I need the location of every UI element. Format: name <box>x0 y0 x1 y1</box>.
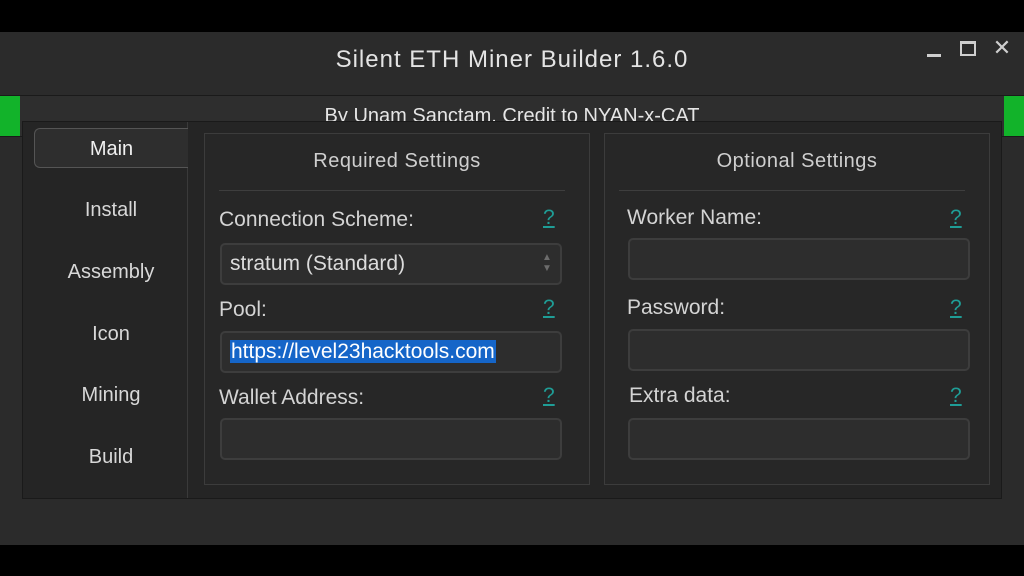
connection-scheme-select[interactable]: stratum (Standard) ▲ ▼ <box>220 243 562 285</box>
tab-build[interactable]: Build <box>34 437 188 477</box>
extra-data-input[interactable] <box>628 418 970 460</box>
connection-scheme-label: Connection Scheme: <box>219 208 414 231</box>
tab-assembly[interactable]: Assembly <box>34 252 188 292</box>
app-window: Silent ETH Miner Builder 1.6.0 ✕ By Unam… <box>0 32 1024 545</box>
connection-scheme-help[interactable]: ? <box>543 206 555 230</box>
window-controls: ✕ <box>922 35 1014 60</box>
worker-name-help[interactable]: ? <box>950 206 962 230</box>
divider <box>219 190 565 191</box>
spinner-arrows-icon[interactable]: ▲ ▼ <box>540 252 554 276</box>
pool-input[interactable]: https://level23hacktools.com <box>220 331 562 373</box>
required-settings-title: Required Settings <box>313 150 481 172</box>
worker-name-input[interactable] <box>628 238 970 280</box>
maximize-icon[interactable] <box>956 36 980 60</box>
required-settings-panel: Required Settings Connection Scheme: ? s… <box>204 133 590 485</box>
wallet-address-label: Wallet Address: <box>219 386 365 409</box>
sidebar-nav: Main Install Assembly Icon Mining Build <box>23 122 188 498</box>
minimize-icon[interactable] <box>922 36 946 60</box>
tab-install[interactable]: Install <box>34 190 188 230</box>
status-indicator-right <box>1004 96 1024 136</box>
tab-mining[interactable]: Mining <box>34 375 188 415</box>
password-label: Password: <box>627 296 726 319</box>
close-icon[interactable]: ✕ <box>990 35 1014 60</box>
title-bar: Silent ETH Miner Builder 1.6.0 ✕ <box>0 32 1024 92</box>
password-input[interactable] <box>628 329 970 371</box>
optional-settings-panel: Optional Settings Worker Name: ? Passwor… <box>604 133 990 485</box>
divider <box>619 190 965 191</box>
letterbox-bottom <box>0 545 1024 576</box>
pool-label: Pool: <box>219 298 267 321</box>
extra-data-label: Extra data: <box>629 384 731 407</box>
tab-main[interactable]: Main <box>34 128 188 168</box>
wallet-address-help[interactable]: ? <box>543 384 555 408</box>
window-title: Silent ETH Miner Builder 1.6.0 <box>335 46 689 73</box>
password-help[interactable]: ? <box>950 296 962 320</box>
wallet-address-input[interactable] <box>220 418 562 460</box>
tab-icon[interactable]: Icon <box>34 314 188 354</box>
optional-settings-title: Optional Settings <box>716 150 878 172</box>
connection-scheme-value: stratum (Standard) <box>230 252 406 275</box>
letterbox-top <box>0 0 1024 32</box>
pool-help[interactable]: ? <box>543 296 555 320</box>
main-content: Main Install Assembly Icon Mining Build … <box>22 121 1002 499</box>
extra-data-help[interactable]: ? <box>950 384 962 408</box>
worker-name-label: Worker Name: <box>627 206 762 229</box>
pool-value: https://level23hacktools.com <box>230 340 496 363</box>
